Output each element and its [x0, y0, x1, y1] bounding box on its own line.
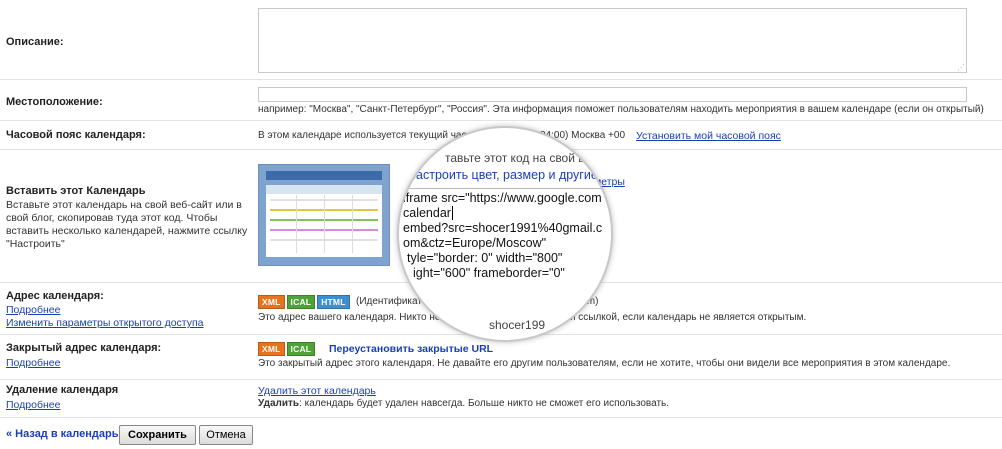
code-line: ight="600" frameborder="0"	[413, 266, 565, 280]
location-hint: например: "Москва", "Санкт-Петербург", "…	[258, 104, 984, 115]
delete-calendar-link[interactable]: Удалить этот календарь	[258, 385, 376, 397]
private-xml-badge[interactable]: XML	[258, 342, 285, 356]
address-badges: XML ICAL HTML	[258, 295, 352, 309]
change-access-link[interactable]: Изменить параметры открытого доступа	[6, 317, 204, 329]
ical-badge[interactable]: ICAL	[286, 295, 316, 309]
code-line: om&ctz=Europe/Moscow"	[403, 236, 547, 250]
resize-handle-icon[interactable]: ⋰	[957, 63, 965, 72]
delete-more-link[interactable]: Подробнее	[6, 399, 60, 411]
address-label: Адрес календаря:	[6, 290, 104, 302]
back-to-calendar-link[interactable]: « Назад в календарь	[6, 428, 118, 440]
magnifier-lens: тавьте этот код на свой веб-с Настроить …	[397, 126, 613, 342]
cancel-button[interactable]: Отмена	[199, 425, 253, 445]
description-row: Описание: ⋰	[0, 0, 1002, 80]
address-note-end: этой ссылкой, если календарь не является…	[555, 312, 807, 323]
text-cursor	[452, 206, 453, 220]
save-button[interactable]: Сохранить	[119, 425, 196, 445]
delete-warning-bold: Удалить	[258, 398, 300, 409]
code-line: calendar	[403, 206, 451, 220]
private-more-link[interactable]: Подробнее	[6, 357, 60, 369]
customize-link[interactable]: Настроить цвет, размер и другие	[407, 168, 598, 182]
timezone-text: В этом календаре используется текущий ча…	[258, 130, 467, 141]
private-badges: XML ICAL	[258, 342, 317, 356]
calendar-preview-icon	[258, 164, 390, 266]
delete-warning: Удалить: календарь будет удален навсегда…	[258, 398, 669, 409]
timezone-label: Часовой пояс календаря:	[6, 129, 146, 141]
reset-urls-link[interactable]: Переустановить закрытые URL	[329, 343, 493, 355]
delete-warning-text: : календарь будет удален навсегда. Больш…	[299, 398, 670, 409]
location-label: Местоположение:	[6, 96, 103, 108]
address-more-link[interactable]: Подробнее	[6, 304, 60, 316]
code-line: tyle="border: 0" width="800"	[407, 251, 563, 265]
private-address-label: Закрытый адрес календаря:	[6, 342, 162, 354]
location-row: Местоположение: например: "Москва", "Сан…	[0, 80, 1002, 121]
description-textarea[interactable]: ⋰	[258, 8, 967, 73]
delete-label: Удаление календаря	[6, 384, 119, 396]
code-line: embed?src=shocer1991%40gmail.c	[403, 221, 603, 235]
private-ical-badge[interactable]: ICAL	[286, 342, 316, 356]
html-badge[interactable]: HTML	[317, 295, 350, 309]
embed-label: Вставить этот Календарь	[6, 185, 146, 197]
location-input[interactable]	[258, 87, 967, 102]
embed-description: Вставьте этот календарь на свой веб-сайт…	[6, 199, 248, 250]
code-line: iframe src="https://www.google.com	[403, 191, 602, 205]
magnified-id-fragment: shocer199	[489, 318, 546, 332]
description-label: Описание:	[6, 36, 64, 48]
embed-instruction-text: тавьте этот код на свой веб-с	[445, 151, 608, 165]
set-timezone-link[interactable]: Установить мой часовой пояс	[636, 130, 781, 142]
xml-badge[interactable]: XML	[258, 295, 285, 309]
private-address-note: Это закрытый адрес этого календаря. Не д…	[258, 358, 951, 369]
embed-code-box[interactable]: iframe src="https://www.google.com calen…	[403, 188, 603, 285]
delete-row: Удаление календаря Подробнее Удалить это…	[0, 380, 1002, 418]
